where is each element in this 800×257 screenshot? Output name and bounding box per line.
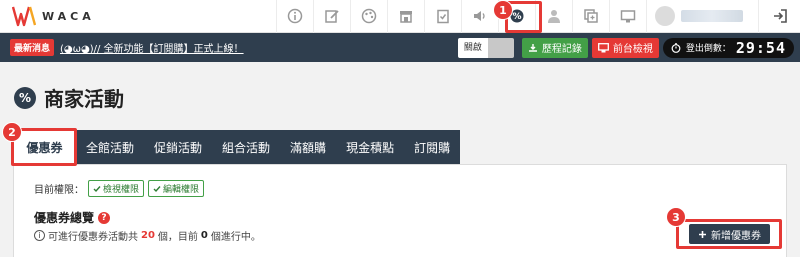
- avatar: [655, 6, 675, 26]
- store-button[interactable]: [387, 0, 424, 33]
- announcement-toggle[interactable]: [487, 37, 514, 58]
- store-icon: [400, 11, 412, 23]
- top-navbar: WACA %: [0, 0, 800, 33]
- edit-permission-tag: 編輯權限: [148, 180, 205, 197]
- clipboard-icon: [437, 9, 449, 24]
- edit-permission-label: 編輯權限: [163, 185, 200, 195]
- news-badge: 最新消息: [10, 39, 55, 56]
- tab-promotions[interactable]: 促銷活動: [144, 130, 212, 164]
- step-marker-2: 2: [2, 122, 22, 142]
- edit-icon: [325, 10, 339, 23]
- username-blurred: [681, 10, 743, 22]
- countdown-label: 登出倒數：: [685, 44, 731, 54]
- tab-spend-threshold[interactable]: 滿額購: [280, 130, 336, 164]
- tab-bundles[interactable]: 組合活動: [212, 130, 280, 164]
- page-title: 商家活動: [44, 87, 124, 111]
- announcement-link[interactable]: (◕ω◕)// 全新功能【訂閱購】正式上線！: [60, 40, 244, 55]
- view-permission-tag: 檢視權限: [88, 180, 145, 197]
- tab-cash-points[interactable]: 現金積點: [336, 130, 404, 164]
- active-coupon-count: 0: [200, 230, 208, 241]
- coupon-summary: i 可進行優惠券活動共 20 個，目前 0 個進行中。: [34, 228, 261, 243]
- activity-tabs: 優惠券 全館活動 促銷活動 組合活動 滿額購 現金積點 訂閱購: [13, 130, 461, 164]
- step-marker-3: 3: [666, 207, 686, 227]
- summary-suffix: 個進行中。: [210, 232, 261, 243]
- history-button-label: 歷程記錄: [541, 44, 582, 55]
- storefront-preview-button[interactable]: 前台檢視: [591, 37, 659, 58]
- logout-countdown: 登出倒數： 29:54: [662, 37, 794, 58]
- check-icon: [93, 185, 101, 192]
- brand-name: WACA: [42, 9, 95, 23]
- logout-button[interactable]: [758, 0, 800, 33]
- summary-middle: 個，目前: [157, 232, 198, 243]
- monitor-icon: [597, 42, 609, 52]
- edit-button[interactable]: [313, 0, 350, 33]
- highlight-add-coupon: [676, 219, 782, 249]
- download-icon: [528, 43, 537, 52]
- tab-subscription[interactable]: 訂閱購: [404, 130, 460, 164]
- info-icon: [287, 8, 303, 24]
- announcement-bar: 最新消息 (◕ω◕)// 全新功能【訂閱購】正式上線！ 關啟 歷程記錄 前台檢視…: [0, 33, 800, 62]
- info-button[interactable]: [276, 0, 313, 33]
- permission-label: 目前權限：: [34, 185, 84, 196]
- palette-icon: [361, 8, 377, 24]
- tab-storewide[interactable]: 全館活動: [76, 130, 144, 164]
- user-menu[interactable]: [646, 0, 758, 33]
- copy-button[interactable]: [572, 0, 609, 33]
- waca-logo-icon: [11, 5, 37, 27]
- percent-badge-icon: %: [14, 86, 36, 109]
- logout-icon: [773, 9, 787, 23]
- display-button[interactable]: [609, 0, 646, 33]
- check-icon: [153, 185, 161, 192]
- help-icon[interactable]: ?: [98, 211, 111, 224]
- tasks-button[interactable]: [424, 0, 461, 33]
- storefront-preview-label: 前台檢視: [612, 44, 653, 55]
- stopwatch-icon: [671, 42, 681, 53]
- view-permission-label: 檢視權限: [103, 185, 140, 195]
- sound-button[interactable]: [461, 0, 498, 33]
- history-button[interactable]: 歷程記錄: [521, 37, 588, 58]
- step-marker-1: 1: [493, 0, 513, 20]
- volume-icon: [474, 11, 485, 21]
- summary-prefix: 可進行優惠券活動共: [48, 232, 138, 243]
- brand-logo[interactable]: WACA: [0, 5, 276, 27]
- copy-icon: [584, 9, 598, 23]
- section-heading: 優惠券總覽 ?: [34, 209, 111, 226]
- info-icon: i: [34, 230, 45, 241]
- permission-row: 目前權限： 檢視權限 編輯權限: [34, 180, 205, 197]
- countdown-value: 29:54: [735, 38, 786, 57]
- page-header: % 商家活動: [14, 83, 124, 112]
- total-coupon-count: 20: [141, 230, 155, 241]
- monitor-icon: [620, 10, 636, 23]
- section-title: 優惠券總覽: [34, 211, 95, 225]
- person-icon: [548, 10, 560, 23]
- announcement-toggle-label: 關啟: [457, 37, 488, 58]
- theme-button[interactable]: [350, 0, 387, 33]
